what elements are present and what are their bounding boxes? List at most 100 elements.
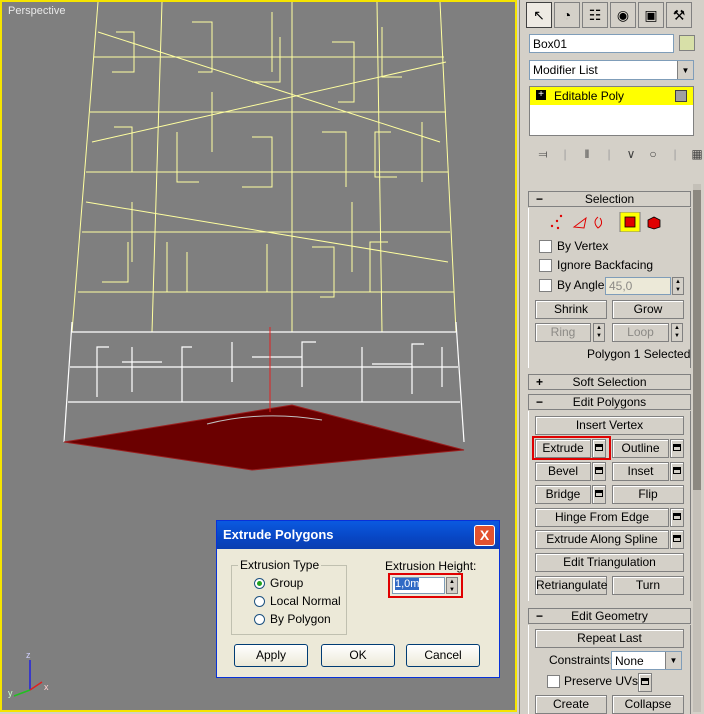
modify-icon[interactable]: ◔ (554, 2, 580, 28)
by-polygon-radio-label: By Polygon (270, 612, 331, 626)
preserve-uvs-checkbox[interactable] (547, 675, 560, 688)
flip-button[interactable]: Flip (612, 485, 684, 504)
shrink-button[interactable]: Shrink (535, 300, 607, 319)
local-normal-radio-label: Local Normal (270, 594, 341, 608)
extrude-polygons-dialog: Extrude Polygons X Extrusion Type Group … (216, 520, 500, 678)
inset-settings-button[interactable] (670, 462, 684, 481)
modifier-stack[interactable]: + Editable Poly (529, 86, 694, 136)
panel-tabs: ↖ ◔ ☷ ◉ ▣ ⚒ (526, 2, 692, 28)
selected-polygon (63, 404, 465, 471)
create-button[interactable]: Create (535, 695, 607, 714)
hierarchy-icon[interactable]: ☷ (582, 2, 608, 28)
bridge-button[interactable]: Bridge (535, 485, 591, 504)
bevel-settings-button[interactable] (592, 462, 606, 481)
scrollbar-thumb[interactable] (693, 190, 701, 490)
hinge-from-edge-button[interactable]: Hinge From Edge (535, 508, 669, 527)
axis-x-label: x (44, 682, 49, 692)
ring-button[interactable]: Ring (535, 323, 591, 342)
extrusion-height-spinner[interactable]: ▲ ▼ (446, 577, 458, 594)
by-vertex-label: By Vertex (557, 239, 609, 253)
outline-settings-button[interactable] (670, 439, 684, 458)
preserve-uvs-settings-button[interactable] (638, 673, 652, 692)
display-icon[interactable]: ▣ (638, 2, 664, 28)
by-vertex-checkbox[interactable] (539, 240, 552, 253)
insert-vertex-button[interactable]: Insert Vertex (535, 416, 684, 435)
repeat-last-button[interactable]: Repeat Last (535, 629, 684, 648)
soft-selection-rollout-header[interactable]: + Soft Selection (528, 374, 691, 390)
stack-item-label: Editable Poly (554, 89, 625, 103)
stack-item-editable-poly[interactable]: + Editable Poly (530, 87, 693, 105)
extrusion-height-input[interactable]: 1,0m (392, 577, 445, 594)
ignore-backfacing-label: Ignore Backfacing (557, 258, 654, 272)
constraints-value: None (615, 654, 644, 668)
group-radio[interactable] (254, 578, 265, 589)
close-icon[interactable]: X (474, 525, 495, 546)
extrude-along-spline-button[interactable]: Extrude Along Spline (535, 530, 669, 549)
turn-button[interactable]: Turn (612, 576, 684, 595)
extrusion-height-label: Extrusion Height: (385, 559, 477, 573)
border-icon (594, 216, 603, 229)
object-color-swatch[interactable] (679, 35, 695, 51)
collapse-icon: − (536, 192, 544, 206)
configure-modifier-sets-icon[interactable]: ▦ (686, 144, 704, 164)
hinge-settings-button[interactable] (670, 508, 684, 527)
ignore-backfacing-checkbox[interactable] (539, 259, 552, 272)
apply-button[interactable]: Apply (234, 644, 308, 667)
constraints-dropdown[interactable]: None ▼ (611, 651, 682, 670)
local-normal-radio[interactable] (254, 596, 265, 607)
edit-polygons-rollout-header[interactable]: − Edit Polygons (528, 394, 691, 410)
ok-button[interactable]: OK (321, 644, 395, 667)
expand-icon[interactable]: + (536, 90, 546, 100)
object-name-field[interactable]: Box01 (529, 34, 674, 53)
selection-header-label: Selection (584, 192, 635, 206)
utilities-icon[interactable]: ⚒ (666, 2, 692, 28)
remove-modifier-icon[interactable]: ○ (642, 144, 664, 164)
pin-stack-icon[interactable]: ⫤ (532, 144, 554, 164)
group-radio-label: Group (270, 576, 304, 590)
make-unique-icon[interactable]: ∨ (620, 144, 642, 164)
panel-scrollbar[interactable] (693, 184, 701, 712)
dialog-title: Extrude Polygons (223, 527, 334, 542)
edit-geometry-rollout-header[interactable]: − Edit Geometry (528, 608, 691, 624)
collapse-icon: − (536, 395, 544, 409)
collapse-button[interactable]: Collapse (612, 695, 684, 714)
by-polygon-radio[interactable] (254, 614, 265, 625)
ring-spinner[interactable]: ▲ ▼ (593, 323, 605, 342)
dialog-title-bar[interactable]: Extrude Polygons X (217, 521, 499, 549)
show-end-result-icon[interactable]: ǁ (576, 144, 598, 164)
grow-button[interactable]: Grow (612, 300, 684, 319)
create-icon[interactable]: ↖ (526, 2, 552, 28)
bevel-button[interactable]: Bevel (535, 462, 591, 481)
vertex-icon (550, 214, 563, 230)
extrude-button[interactable]: Extrude (535, 439, 591, 458)
inset-button[interactable]: Inset (612, 462, 669, 481)
loop-spinner[interactable]: ▲ ▼ (671, 323, 683, 342)
loop-button[interactable]: Loop (612, 323, 669, 342)
modifier-list-dropdown[interactable]: Modifier List ▼ (529, 60, 694, 80)
chevron-down-icon: ▼ (665, 652, 681, 669)
bridge-settings-button[interactable] (592, 485, 606, 504)
by-angle-label: By Angle: (557, 278, 608, 292)
axis-y-label: y (8, 688, 13, 698)
preserve-uvs-label: Preserve UVs (564, 674, 639, 688)
cancel-button[interactable]: Cancel (406, 644, 480, 667)
extrude-along-spline-settings-button[interactable] (670, 530, 684, 549)
axis-z-label: z (26, 650, 31, 660)
edit-polygons-header-label: Edit Polygons (572, 395, 647, 409)
outline-button[interactable]: Outline (612, 439, 669, 458)
by-angle-spinner[interactable]: ▲ ▼ (672, 277, 684, 295)
retriangulate-button[interactable]: Retriangulate (535, 576, 607, 595)
edit-triangulation-button[interactable]: Edit Triangulation (535, 553, 684, 572)
expand-icon: + (536, 375, 544, 389)
by-angle-input[interactable]: 45,0 (605, 277, 671, 295)
polygon-icon (624, 216, 636, 228)
element-icon (647, 216, 661, 230)
extrude-settings-button[interactable] (592, 439, 606, 458)
by-angle-checkbox[interactable] (539, 279, 552, 292)
viewport-label[interactable]: Perspective (8, 5, 65, 17)
selection-rollout-header[interactable]: − Selection (528, 191, 691, 207)
stack-item-toggle-icon[interactable] (675, 90, 687, 102)
motion-icon[interactable]: ◉ (610, 2, 636, 28)
extrusion-type-label: Extrusion Type (238, 558, 322, 572)
edge-icon (572, 216, 587, 229)
